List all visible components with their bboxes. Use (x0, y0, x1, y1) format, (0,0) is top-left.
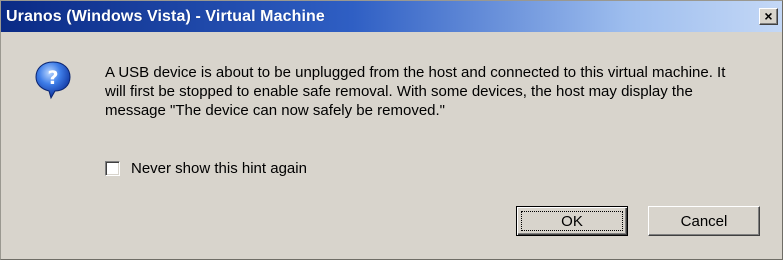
question-icon: ? (35, 61, 71, 100)
close-icon: × (764, 8, 773, 24)
cancel-button[interactable]: Cancel (648, 206, 760, 236)
title-bar[interactable]: Uranos (Windows Vista) - Virtual Machine… (1, 1, 782, 32)
dialog-window: Uranos (Windows Vista) - Virtual Machine… (0, 0, 783, 260)
close-button[interactable]: × (759, 8, 778, 25)
window-title: Uranos (Windows Vista) - Virtual Machine (6, 8, 325, 25)
never-show-hint-option[interactable]: Never show this hint again (105, 160, 307, 177)
never-show-hint-checkbox[interactable] (105, 161, 120, 176)
cancel-button-label: Cancel (680, 212, 728, 230)
focus-rectangle (521, 211, 623, 231)
svg-text:?: ? (47, 67, 58, 89)
never-show-hint-label[interactable]: Never show this hint again (131, 160, 307, 177)
message-text: A USB device is about to be unplugged fr… (105, 64, 726, 119)
ok-button[interactable]: OK (516, 206, 628, 236)
